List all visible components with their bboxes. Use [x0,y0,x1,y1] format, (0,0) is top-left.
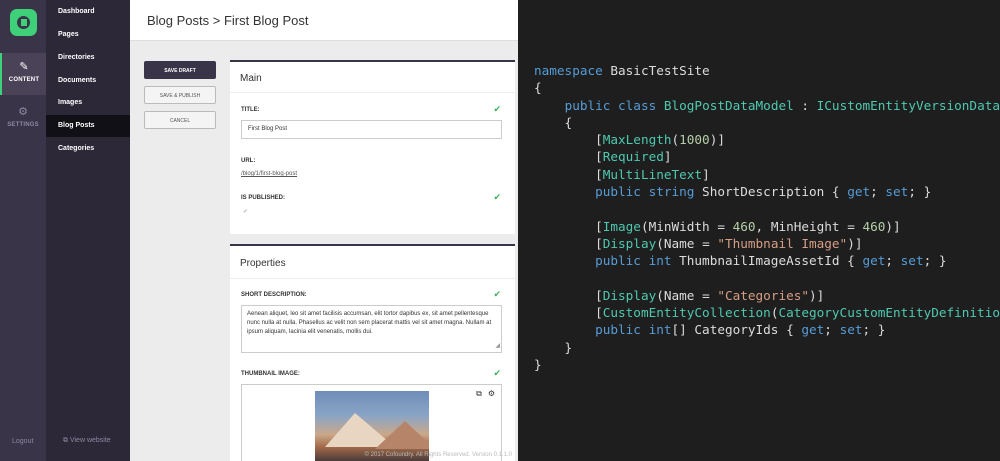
view-website-label: View website [69,437,111,444]
view-website-link[interactable]: ⧉ View website [63,437,111,445]
gear-icon: ⚙ [18,106,28,118]
title-input[interactable]: First Blog Post [241,120,502,139]
main-panel-heading: Main [240,73,262,84]
code-editor[interactable]: namespace BasicTestSite { public class B… [522,0,1000,461]
nav-item-dashboard[interactable]: Dashboard [46,1,130,23]
primary-sidebar: ✎ CONTENT ⚙ SETTINGS Logout [0,0,46,461]
rail-item-label: SETTINGS [7,122,39,128]
rail-item-settings[interactable]: ⚙ SETTINGS [0,98,46,140]
save-publish-button[interactable]: SAVE & PUBLISH [144,86,216,104]
copyright-footer: © 2017 Cofoundry. All Rights Reserved. V… [364,452,512,458]
short-description-label: SHORT DESCRIPTION: [241,292,307,298]
mountain-shape [375,421,429,449]
main-panel: Main TITLE: ✔ First Blog Post URL: /blog… [230,60,515,234]
cancel-button[interactable]: CANCEL [144,111,216,129]
is-published-checkbox[interactable]: ✔ [243,208,249,215]
url-link[interactable]: /blog/1/first-blog-post [241,171,297,177]
code-block: namespace BasicTestSite { public class B… [534,62,1000,373]
secondary-nav: Dashboard Pages Directories Documents Im… [46,0,130,461]
properties-panel: Properties SHORT DESCRIPTION: ✔ Aenean a… [230,244,515,461]
thumbnail-image [315,391,429,461]
code-line: [Required] [534,149,672,165]
code-line: public int ThumbnailImageAssetId { get; … [595,253,947,269]
nav-item-categories[interactable]: Categories [46,138,130,160]
rail-item-content[interactable]: ✎ CONTENT [0,53,46,95]
code-line: public int[] CategoryIds { get; set; } [595,322,886,338]
code-line: [Image(MinWidth = 460, MinHeight = 460)] [534,218,901,234]
image-actions: ⧉ ⚙ [470,389,495,399]
save-draft-button[interactable]: SAVE DRAFT [144,61,216,79]
short-description-textarea[interactable]: Aenean aliquet, leo sit amet facilisis a… [241,305,502,353]
nav-item-images[interactable]: Images [46,92,130,114]
pencil-icon: ✎ [19,61,29,73]
check-icon: ✔ [493,104,501,114]
panel-divider [230,92,515,93]
check-icon: ✔ [493,368,501,378]
short-description-text: Aenean aliquet, leo sit amet facilisis a… [247,311,492,335]
thumbnail-image-field[interactable]: ⧉ ⚙ [241,384,502,461]
logo-mark [21,19,27,26]
nav-item-pages[interactable]: Pages [46,24,130,46]
title-label: TITLE: [241,107,260,113]
code-line: { [534,80,542,96]
open-external-icon[interactable]: ⧉ [476,389,482,398]
nav-item-directories[interactable]: Directories [46,47,130,69]
check-icon: ✔ [493,192,501,202]
url-label: URL: [241,158,256,164]
logout-link[interactable]: Logout [12,438,33,445]
main-content: Blog Posts > First Blog Post SAVE DRAFT … [130,0,518,461]
code-line: public string ShortDescription { get; se… [595,184,932,200]
cofoundry-logo[interactable] [10,9,37,36]
code-line: } [534,357,542,373]
code-line: namespace BasicTestSite [534,63,710,78]
code-line: } [534,339,573,355]
is-published-label: IS PUBLISHED: [241,195,286,201]
nav-item-blog-posts[interactable]: Blog Posts [46,115,130,137]
code-line: [MultiLineText] [534,166,710,182]
properties-panel-heading: Properties [240,258,286,269]
external-link-icon: ⧉ [63,437,68,444]
code-line: [MaxLength(1000)] [534,132,725,148]
rail-item-label: CONTENT [8,77,40,83]
check-icon: ✔ [493,289,501,299]
gear-icon[interactable]: ⚙ [488,389,495,398]
page-header: Blog Posts > First Blog Post [130,0,518,41]
thumbnail-image-label: THUMBNAIL IMAGE: [241,371,300,377]
cms-admin-window: ✎ CONTENT ⚙ SETTINGS Logout Dashboard Pa… [0,0,518,461]
nav-item-documents[interactable]: Documents [46,70,130,92]
page-title: Blog Posts > First Blog Post [147,13,309,28]
panel-divider [230,278,515,279]
code-line: [Display(Name = "Categories")] [534,287,825,303]
code-line: public class BlogPostDataModel : ICustom… [564,97,1000,113]
code-line: [CustomEntityCollection(CategoryCustomEn… [534,305,1000,321]
code-line: { [534,114,573,130]
resize-handle-icon[interactable]: ◢ [495,342,500,351]
code-line: [Display(Name = "Thumbnail Image")] [534,235,863,251]
